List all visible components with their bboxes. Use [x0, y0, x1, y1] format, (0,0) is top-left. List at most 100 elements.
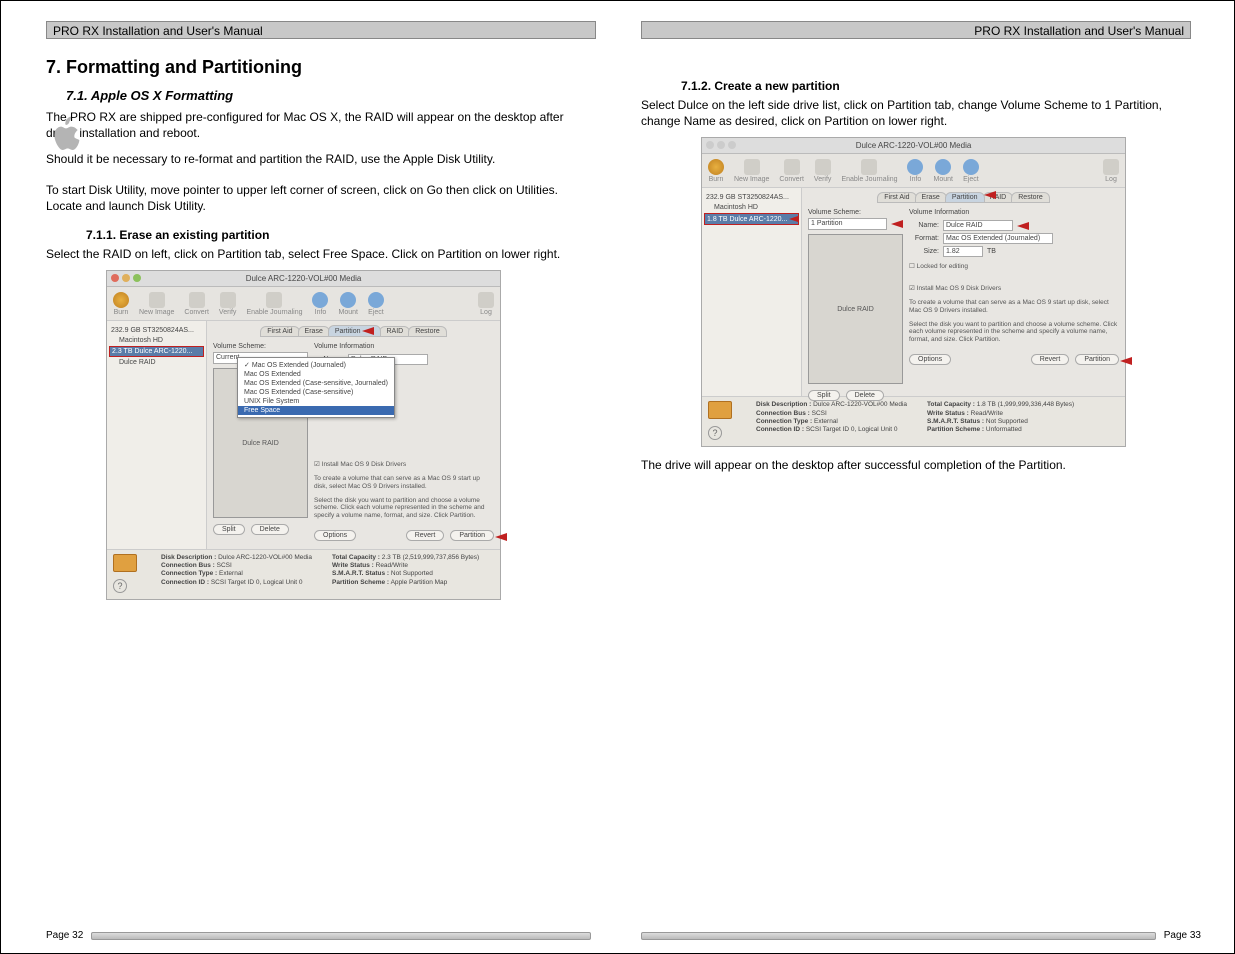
start-disk-utility-para: To start Disk Utility, move pointer to u…	[46, 182, 596, 214]
tab-raid[interactable]: RAID	[379, 326, 410, 337]
install-drivers-check[interactable]: ☑ Install Mac OS 9 Disk Drivers	[909, 285, 1119, 293]
burn-icon[interactable]	[708, 159, 724, 175]
eject-icon[interactable]	[368, 292, 384, 308]
disk-info-footer: Disk Description : Dulce ARC-1220-VOL#00…	[702, 396, 1125, 446]
revert-button[interactable]: Revert	[406, 530, 445, 541]
verify-icon[interactable]	[220, 292, 236, 308]
create-partition-instructions: Select Dulce on the left side drive list…	[641, 97, 1191, 129]
subsubsection-711: 7.1.1. Erase an existing partition	[86, 228, 596, 242]
help-text-1: To create a volume that can serve as a M…	[909, 299, 1119, 315]
intro-para-1: The PRO RX are shipped pre-configured fo…	[46, 109, 596, 141]
log-icon[interactable]	[1103, 159, 1119, 175]
sidebar-drive-1[interactable]: Macintosh HD	[704, 203, 799, 212]
verify-icon[interactable]	[815, 159, 831, 175]
format-field[interactable]: Mac OS Extended (Journaled)	[943, 233, 1053, 244]
sidebar-drive-0[interactable]: 232.9 GB ST3250824AS...	[109, 326, 204, 335]
sidebar-drive-2-selected[interactable]: 2.3 TB Dulce ARC-1220...	[109, 346, 204, 357]
volume-info-label: Volume Information	[909, 209, 1119, 216]
eject-icon[interactable]	[963, 159, 979, 175]
red-arrow-icon	[789, 215, 799, 223]
tab-erase[interactable]: Erase	[915, 192, 947, 203]
drive-sidebar[interactable]: 232.9 GB ST3250824AS... Macintosh HD 2.3…	[107, 321, 207, 549]
red-arrow-icon	[984, 191, 996, 199]
convert-icon[interactable]	[784, 159, 800, 175]
split-button[interactable]: Split	[213, 524, 245, 535]
subsubsection-712: 7.1.2. Create a new partition	[681, 79, 1191, 93]
format-opt-1[interactable]: Mac OS Extended	[238, 370, 394, 379]
options-button[interactable]: Options	[314, 530, 356, 541]
tab-firstaid[interactable]: First Aid	[260, 326, 299, 337]
volume-scheme-select[interactable]: 1 Partition	[808, 218, 887, 230]
disk-icon	[708, 401, 732, 419]
format-opt-4[interactable]: UNIX File System	[238, 397, 394, 406]
mount-icon[interactable]	[935, 159, 951, 175]
sidebar-drive-0[interactable]: 232.9 GB ST3250824AS...	[704, 193, 799, 202]
format-dropdown-open[interactable]: Mac OS Extended (Journaled) Mac OS Exten…	[237, 357, 395, 418]
disk-utility-screenshot-1: Dulce ARC-1220-VOL#00 Media Burn New Ima…	[106, 270, 501, 600]
info-icon[interactable]	[312, 292, 328, 308]
apple-logo-icon	[46, 111, 86, 159]
sidebar-drive-2-selected[interactable]: 1.8 TB Dulce ARC-1220...	[704, 213, 799, 225]
tabs: First AidErasePartition RAIDRestore	[213, 325, 494, 337]
journaling-icon[interactable]	[266, 292, 282, 308]
window-title: Dulce ARC-1220-VOL#00 Media	[856, 141, 972, 150]
options-button[interactable]: Options	[909, 354, 951, 365]
mount-icon[interactable]	[340, 292, 356, 308]
toolbar: Burn New Image Convert Verify Enable Jou…	[702, 154, 1125, 188]
format-opt-2[interactable]: Mac OS Extended (Case-sensitive, Journal…	[238, 379, 394, 388]
window-titlebar: Dulce ARC-1220-VOL#00 Media	[702, 138, 1125, 154]
volume-scheme-label: Volume Scheme:	[808, 209, 903, 216]
disk-info-footer: Disk Description : Dulce ARC-1220-VOL#00…	[107, 549, 500, 599]
delete-button[interactable]: Delete	[251, 524, 289, 535]
volume-layout-box[interactable]: Dulce RAID	[808, 234, 903, 384]
completion-para: The drive will appear on the desktop aft…	[641, 457, 1191, 473]
split-button[interactable]: Split	[808, 390, 840, 401]
disk-utility-screenshot-2: Dulce ARC-1220-VOL#00 Media Burn New Ima…	[701, 137, 1126, 447]
erase-instructions: Select the RAID on left, click on Partit…	[46, 246, 596, 262]
volume-info-label: Volume Information	[314, 343, 494, 350]
sidebar-drive-3[interactable]: Dulce RAID	[109, 358, 204, 367]
name-field[interactable]: Dulce RAID	[943, 220, 1013, 231]
partition-button[interactable]: Partition	[450, 530, 494, 541]
tab-partition[interactable]: Partition	[328, 325, 382, 337]
help-text-2: Select the disk you want to partition an…	[909, 321, 1119, 344]
install-drivers-check[interactable]: ☑ Install Mac OS 9 Disk Drivers	[314, 461, 494, 469]
red-arrow-icon	[891, 220, 903, 228]
tab-partition[interactable]: Partition	[945, 192, 985, 203]
new-image-icon[interactable]	[744, 159, 760, 175]
tabs: First AidErasePartitionRAIDRestore	[808, 192, 1119, 203]
revert-button[interactable]: Revert	[1031, 354, 1070, 365]
disk-icon	[113, 554, 137, 572]
delete-button[interactable]: Delete	[846, 390, 884, 401]
window-title: Dulce ARC-1220-VOL#00 Media	[246, 274, 362, 283]
footer-bar	[641, 932, 1156, 940]
new-image-icon[interactable]	[149, 292, 165, 308]
partition-button[interactable]: Partition	[1075, 354, 1119, 365]
intro-para-2: Should it be necessary to re-format and …	[46, 151, 596, 167]
format-opt-3[interactable]: Mac OS Extended (Case-sensitive)	[238, 388, 394, 397]
volume-scheme-label: Volume Scheme:	[213, 343, 308, 350]
header-bar-right: PRO RX Installation and User's Manual	[641, 21, 1191, 39]
size-field[interactable]: 1.82	[943, 246, 983, 257]
toolbar: Burn New Image Convert Verify Enable Jou…	[107, 287, 500, 321]
tab-restore[interactable]: Restore	[1011, 192, 1050, 203]
journaling-icon[interactable]	[861, 159, 877, 175]
header-bar-left: PRO RX Installation and User's Manual	[46, 21, 596, 39]
info-icon[interactable]	[907, 159, 923, 175]
page-number-left: Page 32	[46, 930, 83, 941]
sidebar-drive-1[interactable]: Macintosh HD	[109, 336, 204, 345]
convert-icon[interactable]	[189, 292, 205, 308]
locked-label: ☐ Locked for editing	[909, 263, 1119, 271]
drive-sidebar[interactable]: 232.9 GB ST3250824AS... Macintosh HD 1.8…	[702, 188, 802, 396]
help-text-1: To create a volume that can serve as a M…	[314, 475, 494, 491]
subsection-title: 7.1. Apple OS X Formatting	[66, 88, 596, 103]
format-opt-0[interactable]: Mac OS Extended (Journaled)	[238, 360, 394, 370]
tab-restore[interactable]: Restore	[408, 326, 447, 337]
burn-icon[interactable]	[113, 292, 129, 308]
log-icon[interactable]	[478, 292, 494, 308]
red-arrow-icon	[1120, 357, 1132, 365]
format-opt-5-selected[interactable]: Free Space	[238, 406, 394, 415]
red-arrow-icon	[495, 533, 507, 541]
tab-erase[interactable]: Erase	[298, 326, 330, 337]
tab-firstaid[interactable]: First Aid	[877, 192, 916, 203]
